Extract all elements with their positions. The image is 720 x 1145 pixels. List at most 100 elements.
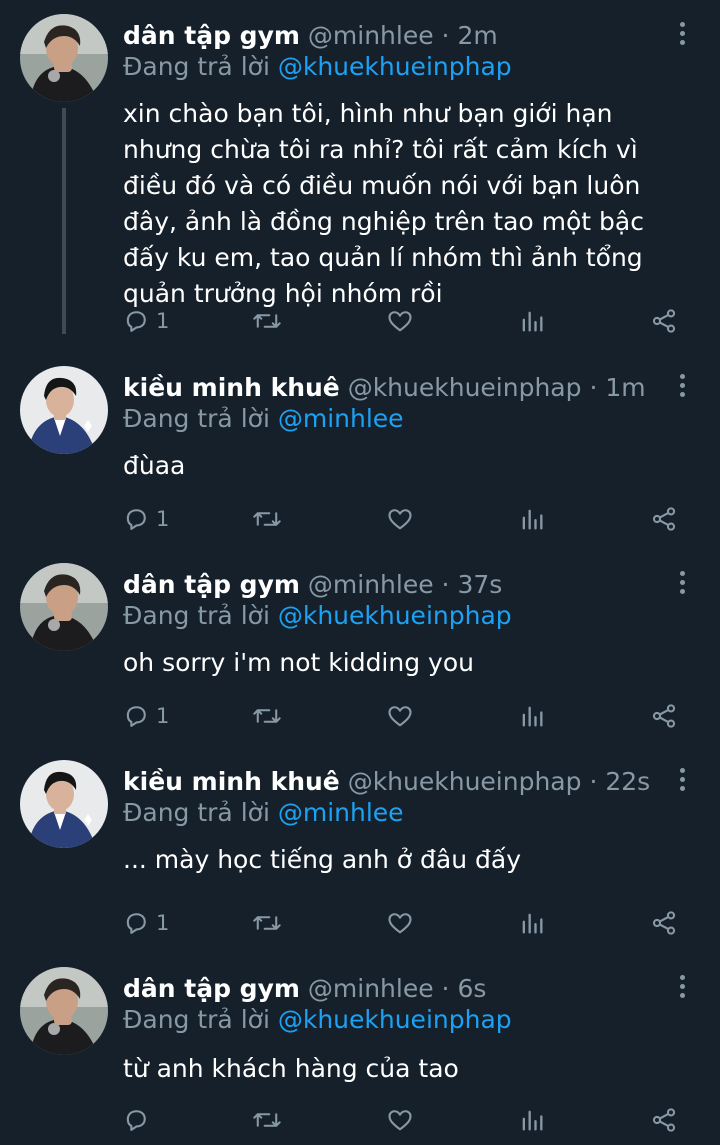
analytics-button[interactable] [518, 908, 546, 938]
analytics-button[interactable] [518, 701, 546, 731]
tweet-actions: 1 [0, 908, 720, 938]
tweet[interactable]: dân tập gym @minhlee · 2m Đang trả lời @… [0, 14, 720, 350]
avatar-minhlee[interactable] [20, 563, 108, 651]
retweet-button[interactable] [252, 701, 282, 731]
share-button[interactable] [650, 504, 678, 534]
tweet-text: xin chào bạn tôi, hình như bạn giới hạn … [123, 99, 644, 308]
share-button[interactable] [650, 1105, 678, 1135]
timestamp[interactable]: 22s [605, 767, 650, 796]
avatar-minhlee[interactable] [20, 14, 108, 102]
timestamp[interactable]: 6s [457, 974, 486, 1003]
analytics-icon [522, 311, 543, 332]
analytics-button[interactable] [518, 1105, 546, 1135]
replying-to: Đang trả lời @minhlee [123, 796, 404, 830]
like-button[interactable] [386, 1105, 414, 1135]
reply-count: 1 [156, 309, 170, 333]
mention-link[interactable]: @khuekhueinphap [278, 52, 512, 81]
more-vertical-icon[interactable] [676, 571, 688, 599]
more-vertical-icon[interactable] [676, 374, 688, 402]
share-icon [652, 704, 676, 728]
reply-icon [126, 311, 146, 332]
timestamp[interactable]: 2m [457, 21, 497, 50]
reply-count: 1 [156, 911, 170, 935]
replying-to: Đang trả lời @khuekhueinphap [123, 1003, 512, 1037]
share-icon [652, 309, 676, 333]
analytics-icon [522, 706, 543, 727]
handle[interactable]: @khuekhueinphap [348, 373, 582, 402]
mention-link[interactable]: @khuekhueinphap [278, 601, 512, 630]
timestamp[interactable]: 37s [457, 570, 502, 599]
tweet-actions: 1 [0, 306, 720, 336]
mention-link[interactable]: @khuekhueinphap [278, 1005, 512, 1034]
mention-link[interactable]: @minhlee [278, 404, 404, 433]
reply-count: 1 [156, 704, 170, 728]
replying-to-label: Đang trả lời [123, 601, 270, 630]
share-button[interactable] [650, 306, 678, 336]
reply-count: 1 [156, 507, 170, 531]
retweet-button[interactable] [252, 504, 282, 534]
reply-button[interactable]: 1 [122, 306, 169, 336]
retweet-icon [253, 1113, 281, 1127]
avatar-minhlee[interactable] [20, 967, 108, 1055]
like-button[interactable] [386, 306, 414, 336]
handle[interactable]: @minhlee [308, 974, 434, 1003]
share-button[interactable] [650, 908, 678, 938]
analytics-icon [522, 913, 543, 934]
avatar-khuekhueinphap[interactable] [20, 366, 108, 454]
share-icon [652, 507, 676, 531]
share-icon [652, 1108, 676, 1132]
analytics-button[interactable] [518, 504, 546, 534]
reply-button[interactable] [122, 1105, 156, 1135]
mention-link[interactable]: @minhlee [278, 798, 404, 827]
heart-icon [388, 311, 412, 332]
tweet[interactable]: kiều minh khuê @khuekhueinphap · 1m Đang… [0, 366, 720, 546]
retweet-icon [253, 916, 281, 930]
display-name[interactable]: dân tập gym [123, 21, 300, 50]
reply-button[interactable]: 1 [122, 701, 169, 731]
display-name[interactable]: kiều minh khuê [123, 767, 340, 796]
reply-button[interactable]: 1 [122, 504, 169, 534]
tweet-text: oh sorry i'm not kidding you [123, 648, 474, 677]
like-button[interactable] [386, 504, 414, 534]
like-button[interactable] [386, 701, 414, 731]
share-button[interactable] [650, 701, 678, 731]
more-vertical-icon[interactable] [676, 975, 688, 1003]
display-name[interactable]: dân tập gym [123, 570, 300, 599]
heart-icon [388, 509, 412, 530]
tweet[interactable]: dân tập gym @minhlee · 6s Đang trả lời @… [0, 967, 720, 1145]
avatar-khuekhueinphap[interactable] [20, 760, 108, 848]
analytics-button[interactable] [518, 306, 546, 336]
reply-button[interactable]: 1 [122, 908, 169, 938]
more-vertical-icon[interactable] [676, 768, 688, 796]
display-name[interactable]: kiều minh khuê [123, 373, 340, 402]
display-name[interactable]: dân tập gym [123, 974, 300, 1003]
replying-to-label: Đang trả lời [123, 52, 270, 81]
retweet-button[interactable] [252, 1105, 282, 1135]
replying-to: Đang trả lời @khuekhueinphap [123, 599, 512, 633]
retweet-icon [253, 314, 281, 328]
handle[interactable]: @khuekhueinphap [348, 767, 582, 796]
tweet[interactable]: kiều minh khuê @khuekhueinphap · 22s Đan… [0, 760, 720, 950]
share-icon [652, 911, 676, 935]
heart-icon [388, 1110, 412, 1131]
tweet-text: đùaa [123, 451, 186, 480]
analytics-icon [522, 1110, 543, 1131]
tweet-text: từ anh khách hàng của tao [123, 1054, 459, 1083]
separator-dot: · [441, 570, 450, 599]
reply-icon [126, 913, 146, 934]
reply-icon [126, 706, 146, 727]
handle[interactable]: @minhlee [308, 21, 434, 50]
separator-dot: · [441, 21, 450, 50]
more-vertical-icon[interactable] [676, 22, 688, 50]
timestamp[interactable]: 1m [605, 373, 645, 402]
reply-icon [126, 1110, 146, 1131]
retweet-button[interactable] [252, 306, 282, 336]
like-button[interactable] [386, 908, 414, 938]
separator-dot: · [589, 767, 598, 796]
reply-icon [126, 509, 146, 530]
analytics-icon [522, 509, 543, 530]
retweet-button[interactable] [252, 908, 282, 938]
tweet-actions: 1 [0, 504, 720, 534]
tweet[interactable]: dân tập gym @minhlee · 37s Đang trả lời … [0, 563, 720, 743]
handle[interactable]: @minhlee [308, 570, 434, 599]
